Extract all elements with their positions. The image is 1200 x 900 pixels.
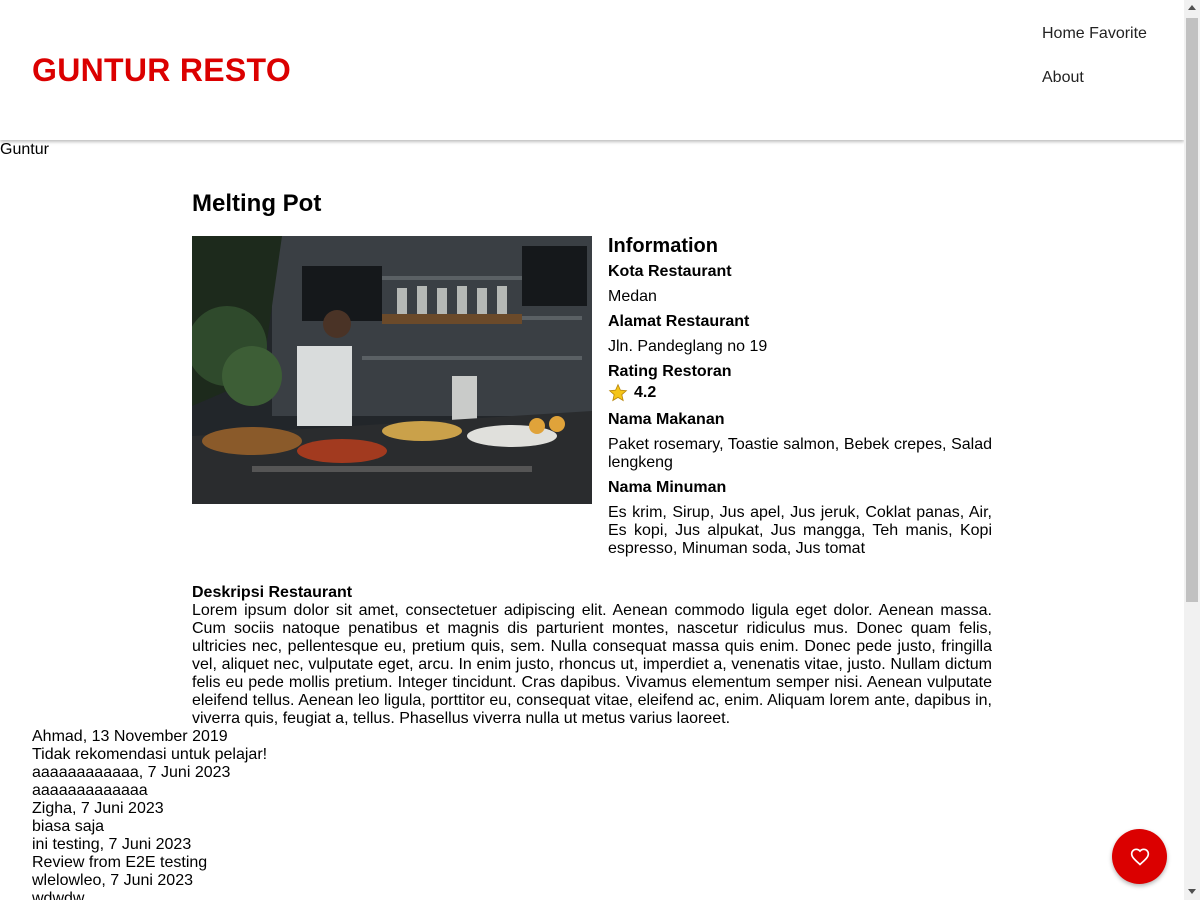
star-icon — [608, 383, 628, 402]
review-header: wlelowleo, 7 Juni 2023 — [32, 872, 193, 889]
vertical-scrollbar[interactable] — [1184, 0, 1200, 900]
hero-image: Guntur — [0, 141, 49, 159]
reviews-list: Ahmad, 13 November 2019 Tidak rekomendas… — [32, 728, 632, 900]
description-text: Lorem ipsum dolor sit amet, consectetuer… — [192, 602, 992, 727]
information-title: Information — [608, 235, 718, 257]
nav-link-home[interactable]: Home — [1042, 25, 1085, 42]
hero-image-alt: Guntur — [0, 141, 49, 158]
review-item: wlelowleo, 7 Juni 2023 wdwdw — [32, 872, 632, 900]
review-item: ini testing, 7 Juni 2023 Review from E2E… — [32, 836, 632, 872]
review-text: biasa saja — [32, 818, 105, 835]
review-text: aaaaaaaaaaaaa — [32, 782, 148, 799]
review-item: Ahmad, 13 November 2019 Tidak rekomendas… — [32, 728, 632, 764]
favorite-button[interactable] — [1112, 829, 1167, 884]
restaurant-detail: Melting Pot Information Kota Restaurant … — [192, 188, 992, 727]
foods-value: Paket rosemary, Toastie salmon, Bebek cr… — [608, 436, 992, 471]
review-item: Zigha, 7 Juni 2023 biasa saja — [32, 800, 632, 836]
restaurant-photo — [192, 236, 592, 504]
drinks-value: Es krim, Sirup, Jus apel, Jus jeruk, Cok… — [608, 504, 992, 557]
address-value: Jln. Pandeglang no 19 — [608, 338, 768, 355]
address-label: Alamat Restaurant — [608, 313, 750, 330]
review-text: Review from E2E testing — [32, 854, 208, 871]
restaurant-name: Melting Pot — [192, 190, 322, 217]
review-header: Ahmad, 13 November 2019 — [32, 728, 228, 745]
restaurant-photo-image — [192, 236, 592, 504]
review-header: aaaaaaaaaaaa, 7 Juni 2023 — [32, 764, 231, 781]
nav-row: Home Favorite — [1042, 23, 1182, 67]
review-text: Tidak rekomendasi untuk pelajar! — [32, 746, 268, 763]
nav-link-about[interactable]: About — [1042, 67, 1182, 89]
nav-link-favorite[interactable]: Favorite — [1089, 25, 1147, 42]
main-nav: Home Favorite About — [1042, 23, 1182, 89]
heart-outline-icon — [1130, 847, 1149, 866]
city-value: Medan — [608, 288, 657, 305]
page: GUNTUR RESTO Home Favorite About Guntur … — [0, 0, 1184, 900]
scrollbar-thumb[interactable] — [1186, 18, 1198, 602]
brand-title[interactable]: GUNTUR RESTO — [32, 50, 291, 90]
city-label: Kota Restaurant — [608, 263, 732, 280]
description-label: Deskripsi Restaurant — [192, 584, 353, 601]
information-panel: Information Kota Restaurant Medan Alamat… — [608, 234, 992, 564]
description-section: Deskripsi Restaurant Lorem ipsum dolor s… — [192, 584, 992, 728]
review-header: ini testing, 7 Juni 2023 — [32, 836, 192, 853]
review-header: Zigha, 7 Juni 2023 — [32, 800, 164, 817]
scroll-down-arrow-icon[interactable] — [1188, 889, 1196, 894]
review-text: wdwdw — [32, 890, 85, 900]
app-bar: GUNTUR RESTO Home Favorite About — [0, 0, 1184, 140]
review-item: aaaaaaaaaaaa, 7 Juni 2023 aaaaaaaaaaaaa — [32, 764, 632, 800]
drinks-label: Nama Minuman — [608, 479, 727, 496]
rating: 4.2 — [608, 382, 992, 404]
rating-value: 4.2 — [634, 384, 657, 401]
foods-label: Nama Makanan — [608, 411, 725, 428]
scroll-up-arrow-icon[interactable] — [1188, 5, 1196, 10]
rating-label: Rating Restoran — [608, 363, 732, 380]
